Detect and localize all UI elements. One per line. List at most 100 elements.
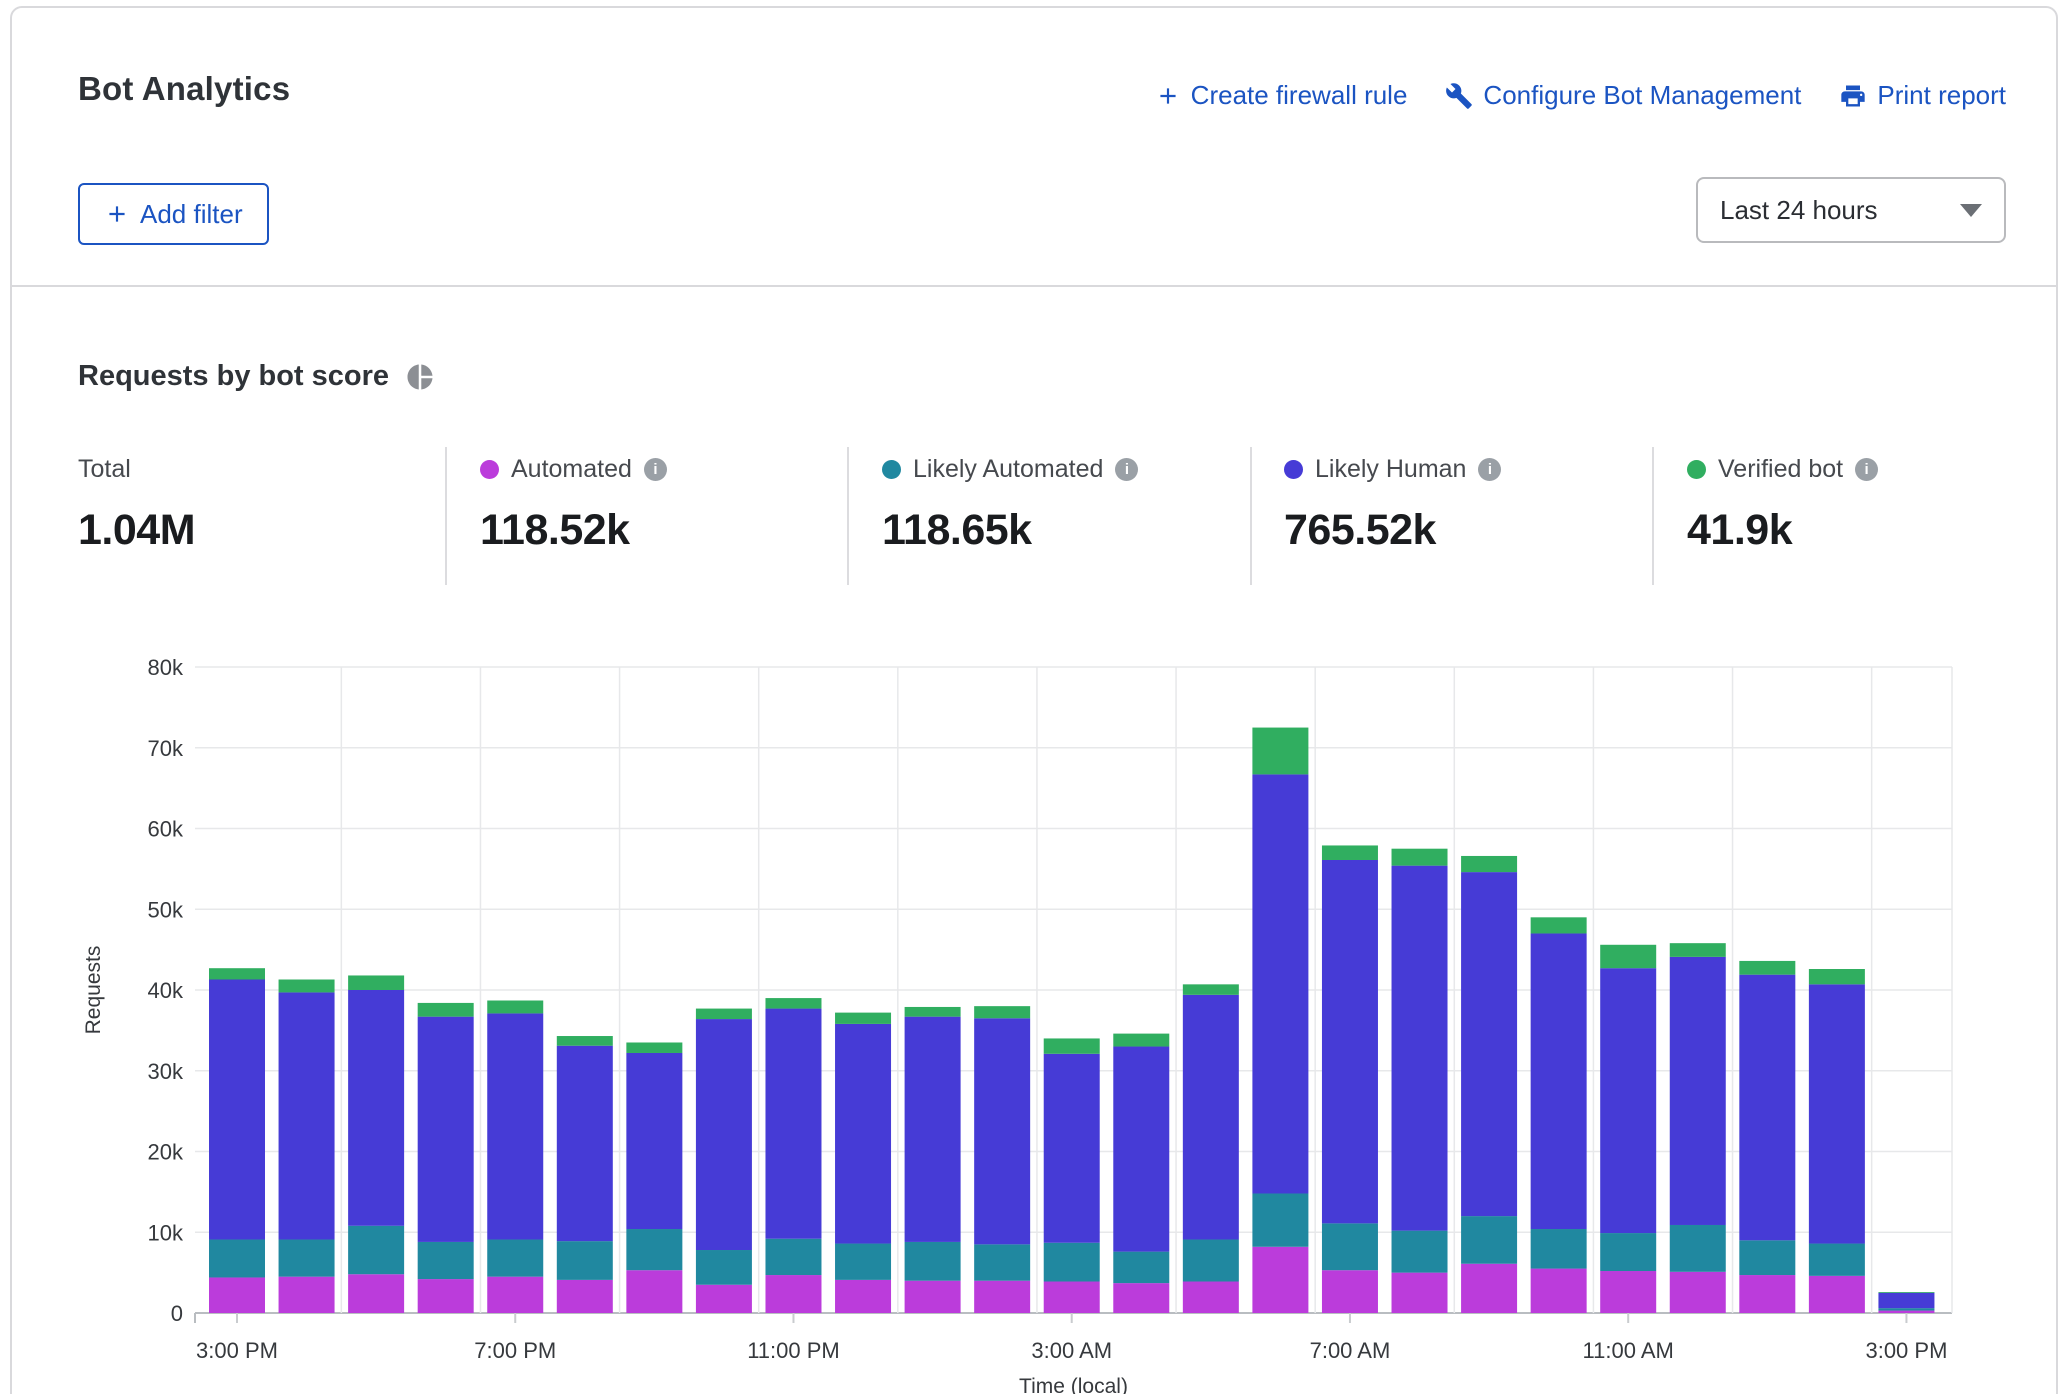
- bar-segment-likely-automated[interactable]: [696, 1250, 752, 1285]
- bar-segment-automated[interactable]: [1044, 1282, 1100, 1313]
- bar-segment-likely-automated[interactable]: [487, 1240, 543, 1277]
- bar-segment-likely-human[interactable]: [1531, 933, 1587, 1229]
- bar-segment-automated[interactable]: [905, 1281, 961, 1313]
- bar-segment-verified-bot[interactable]: [1600, 945, 1656, 968]
- bar-segment-verified-bot[interactable]: [1670, 943, 1726, 957]
- bar-segment-likely-human[interactable]: [1878, 1293, 1934, 1308]
- bar-segment-automated[interactable]: [974, 1281, 1030, 1313]
- bar-segment-verified-bot[interactable]: [1183, 984, 1239, 994]
- bar-segment-verified-bot[interactable]: [1322, 845, 1378, 860]
- bar-segment-verified-bot[interactable]: [835, 1013, 891, 1024]
- bar-segment-likely-human[interactable]: [765, 1009, 821, 1239]
- bar-segment-likely-automated[interactable]: [765, 1239, 821, 1275]
- bar-segment-likely-automated[interactable]: [1878, 1308, 1934, 1310]
- bar-segment-likely-human[interactable]: [835, 1024, 891, 1244]
- bar-segment-verified-bot[interactable]: [1252, 728, 1308, 775]
- bar-segment-automated[interactable]: [557, 1280, 613, 1313]
- bar-segment-likely-automated[interactable]: [1113, 1252, 1169, 1283]
- bar-segment-likely-automated[interactable]: [1392, 1231, 1448, 1273]
- bar-segment-verified-bot[interactable]: [1531, 917, 1587, 933]
- bar-segment-automated[interactable]: [835, 1280, 891, 1313]
- bar-segment-automated[interactable]: [348, 1274, 404, 1313]
- time-range-select[interactable]: Last 24 hours: [1696, 177, 2006, 243]
- bar-segment-verified-bot[interactable]: [418, 1003, 474, 1017]
- bar-segment-likely-human[interactable]: [1461, 872, 1517, 1216]
- bar-segment-verified-bot[interactable]: [905, 1007, 961, 1017]
- info-icon[interactable]: i: [1115, 458, 1138, 481]
- bar-segment-automated[interactable]: [1252, 1247, 1308, 1313]
- bar-segment-likely-human[interactable]: [487, 1013, 543, 1239]
- bar-segment-verified-bot[interactable]: [1113, 1034, 1169, 1047]
- bar-segment-likely-human[interactable]: [1809, 984, 1865, 1243]
- info-icon[interactable]: i: [1478, 458, 1501, 481]
- bar-segment-automated[interactable]: [1183, 1282, 1239, 1313]
- bar-segment-likely-automated[interactable]: [279, 1240, 335, 1277]
- add-filter-button[interactable]: Add filter: [78, 183, 269, 245]
- bar-segment-automated[interactable]: [1670, 1272, 1726, 1313]
- info-icon[interactable]: i: [1855, 458, 1878, 481]
- bar-segment-automated[interactable]: [765, 1275, 821, 1313]
- bar-segment-likely-automated[interactable]: [1044, 1243, 1100, 1282]
- bar-segment-likely-human[interactable]: [279, 992, 335, 1239]
- bar-segment-likely-automated[interactable]: [1600, 1233, 1656, 1271]
- create-firewall-rule-link[interactable]: Create firewall rule: [1155, 80, 1408, 111]
- bar-segment-verified-bot[interactable]: [557, 1036, 613, 1046]
- bar-segment-likely-human[interactable]: [348, 990, 404, 1226]
- bar-segment-likely-human[interactable]: [1600, 968, 1656, 1233]
- bar-segment-likely-human[interactable]: [1113, 1047, 1169, 1252]
- bar-segment-likely-automated[interactable]: [835, 1244, 891, 1280]
- bar-segment-automated[interactable]: [1113, 1283, 1169, 1313]
- bar-segment-verified-bot[interactable]: [1739, 961, 1795, 975]
- bar-segment-likely-automated[interactable]: [626, 1229, 682, 1270]
- bar-segment-likely-human[interactable]: [696, 1019, 752, 1250]
- bar-segment-verified-bot[interactable]: [1044, 1038, 1100, 1053]
- bar-segment-verified-bot[interactable]: [765, 998, 821, 1008]
- bar-segment-automated[interactable]: [696, 1285, 752, 1313]
- bar-segment-likely-human[interactable]: [905, 1017, 961, 1242]
- bar-segment-automated[interactable]: [1392, 1273, 1448, 1313]
- bar-segment-likely-human[interactable]: [557, 1046, 613, 1241]
- bar-segment-verified-bot[interactable]: [626, 1042, 682, 1052]
- bar-segment-likely-automated[interactable]: [557, 1241, 613, 1280]
- bar-segment-automated[interactable]: [1878, 1311, 1934, 1313]
- bar-segment-verified-bot[interactable]: [209, 968, 265, 979]
- bar-segment-verified-bot[interactable]: [1392, 849, 1448, 866]
- bar-segment-likely-automated[interactable]: [905, 1242, 961, 1281]
- bar-segment-automated[interactable]: [418, 1279, 474, 1313]
- bar-segment-likely-automated[interactable]: [1183, 1240, 1239, 1282]
- bar-segment-automated[interactable]: [1531, 1269, 1587, 1313]
- bar-segment-likely-human[interactable]: [1392, 866, 1448, 1231]
- bar-segment-likely-human[interactable]: [1183, 995, 1239, 1240]
- bar-segment-likely-automated[interactable]: [1531, 1229, 1587, 1269]
- bar-segment-likely-human[interactable]: [1739, 975, 1795, 1241]
- bar-segment-automated[interactable]: [1739, 1275, 1795, 1313]
- bar-segment-automated[interactable]: [487, 1277, 543, 1313]
- bar-segment-automated[interactable]: [1322, 1270, 1378, 1313]
- bar-segment-likely-automated[interactable]: [418, 1242, 474, 1279]
- bar-segment-likely-automated[interactable]: [1252, 1193, 1308, 1246]
- bar-segment-verified-bot[interactable]: [1809, 969, 1865, 984]
- bar-segment-likely-automated[interactable]: [1739, 1240, 1795, 1275]
- bar-segment-automated[interactable]: [1809, 1276, 1865, 1313]
- bar-segment-likely-human[interactable]: [418, 1017, 474, 1242]
- bar-segment-likely-automated[interactable]: [348, 1226, 404, 1274]
- bar-segment-likely-human[interactable]: [1252, 774, 1308, 1193]
- bar-segment-verified-bot[interactable]: [279, 980, 335, 993]
- bar-segment-verified-bot[interactable]: [1878, 1292, 1934, 1293]
- bar-segment-likely-automated[interactable]: [1809, 1244, 1865, 1276]
- bar-segment-likely-automated[interactable]: [1322, 1223, 1378, 1270]
- bar-segment-automated[interactable]: [626, 1270, 682, 1313]
- bar-segment-automated[interactable]: [209, 1277, 265, 1313]
- bar-segment-likely-human[interactable]: [1670, 957, 1726, 1225]
- bar-segment-automated[interactable]: [1600, 1271, 1656, 1313]
- bar-segment-likely-human[interactable]: [1044, 1054, 1100, 1243]
- bar-segment-verified-bot[interactable]: [1461, 856, 1517, 872]
- bar-segment-automated[interactable]: [1461, 1264, 1517, 1313]
- bar-segment-likely-automated[interactable]: [1461, 1216, 1517, 1264]
- info-icon[interactable]: i: [644, 458, 667, 481]
- bar-segment-likely-human[interactable]: [626, 1053, 682, 1229]
- bar-segment-verified-bot[interactable]: [696, 1009, 752, 1019]
- bar-segment-likely-human[interactable]: [209, 980, 265, 1240]
- bar-segment-likely-automated[interactable]: [974, 1244, 1030, 1280]
- bar-segment-likely-automated[interactable]: [209, 1240, 265, 1278]
